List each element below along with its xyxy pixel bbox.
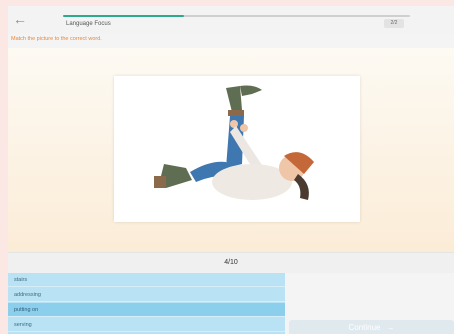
person-putting-on-boot-illustration [154,85,314,200]
page-title: Language Focus [66,21,111,27]
answer-options: stairs addressing putting on serving [8,273,285,334]
picture-stage [8,48,454,252]
continue-button[interactable]: Continue → [289,320,454,334]
back-button[interactable]: ← [11,10,29,28]
question-counter: 4/10 [224,259,238,266]
progress-bar [63,15,410,17]
exercise-panel: ← Language Focus 2/2 Match the picture t… [8,6,454,334]
step-badge: 2/2 [384,19,404,28]
arrow-left-icon: ← [13,11,27,27]
progress-fill [63,15,185,17]
option-putting-on[interactable]: putting on [8,303,285,317]
option-stairs[interactable]: stairs [8,273,285,287]
instruction-text: Match the picture to the correct word. [11,36,102,42]
continue-label: Continue [348,323,381,332]
option-serving[interactable]: serving [8,318,285,332]
exercise-picture [114,76,360,222]
option-addressing[interactable]: addressing [8,288,285,302]
header: ← Language Focus 2/2 [8,6,454,34]
question-counter-bar: 4/10 [8,252,454,273]
arrow-right-icon: → [386,323,395,332]
